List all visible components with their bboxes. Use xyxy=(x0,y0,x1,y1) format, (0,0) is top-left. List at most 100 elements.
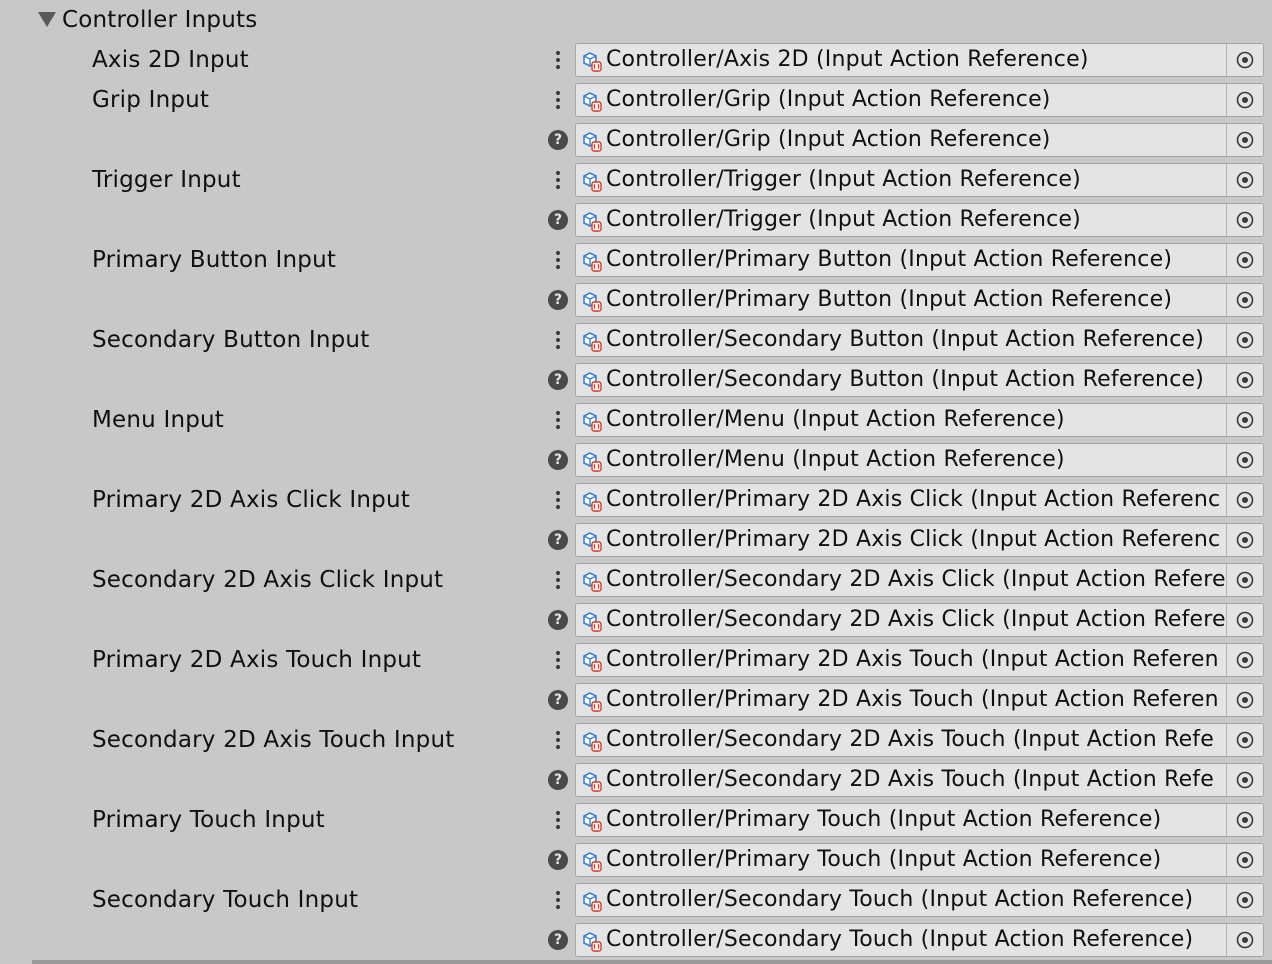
triangle-down-icon[interactable] xyxy=(38,12,56,27)
object-picker-icon[interactable] xyxy=(1226,884,1263,916)
field-value: Controller/Primary 2D Axis Touch (Input … xyxy=(606,687,1219,712)
kebab-menu-icon[interactable] xyxy=(546,805,570,835)
kebab-menu-icon[interactable] xyxy=(546,645,570,675)
object-picker-icon[interactable] xyxy=(1226,164,1263,196)
help-icon[interactable]: ? xyxy=(548,770,568,790)
controller-inputs-foldout[interactable]: Controller Inputs xyxy=(0,0,1272,40)
input-action-reference-field[interactable]: Controller/Secondary Button (Input Actio… xyxy=(575,363,1264,397)
input-action-asset-icon xyxy=(581,50,603,72)
kebab-menu-icon[interactable] xyxy=(546,565,570,595)
object-picker-icon[interactable] xyxy=(1226,764,1263,796)
property-label: Secondary Touch Input xyxy=(92,887,359,913)
field-value: Controller/Primary Touch (Input Action R… xyxy=(606,807,1162,832)
input-action-reference-field[interactable]: Controller/Primary Touch (Input Action R… xyxy=(575,803,1264,837)
input-action-reference-field[interactable]: Controller/Grip (Input Action Reference) xyxy=(575,123,1264,157)
object-picker-icon[interactable] xyxy=(1226,444,1263,476)
object-picker-icon[interactable] xyxy=(1226,244,1263,276)
divider xyxy=(32,960,1272,964)
kebab-menu-icon[interactable] xyxy=(546,165,570,195)
kebab-menu-icon[interactable] xyxy=(546,45,570,75)
input-action-reference-field[interactable]: Controller/Primary 2D Axis Click (Input … xyxy=(575,483,1264,517)
object-picker-icon[interactable] xyxy=(1226,284,1263,316)
input-row: Primary 2D Axis Click Input Controller/Pr… xyxy=(0,480,1272,520)
help-icon[interactable]: ? xyxy=(548,370,568,390)
input-action-reference-field[interactable]: Controller/Secondary Touch (Input Action… xyxy=(575,923,1264,957)
object-picker-icon[interactable] xyxy=(1226,404,1263,436)
input-action-reference-field[interactable]: Controller/Trigger (Input Action Referen… xyxy=(575,163,1264,197)
field-value: Controller/Secondary 2D Axis Touch (Inpu… xyxy=(606,727,1214,752)
input-action-asset-icon xyxy=(581,210,603,232)
input-row: Grip Input Controller/Grip (Input Action … xyxy=(0,80,1272,120)
help-icon[interactable]: ? xyxy=(548,850,568,870)
object-picker-icon[interactable] xyxy=(1226,124,1263,156)
input-action-reference-field[interactable]: Controller/Secondary 2D Axis Touch (Inpu… xyxy=(575,723,1264,757)
input-action-reference-field[interactable]: Controller/Primary 2D Axis Touch (Input … xyxy=(575,643,1264,677)
input-action-asset-icon xyxy=(581,690,603,712)
input-action-reference-field[interactable]: Controller/Menu (Input Action Reference) xyxy=(575,443,1264,477)
input-action-reference-field[interactable]: Controller/Grip (Input Action Reference) xyxy=(575,83,1264,117)
kebab-menu-icon[interactable] xyxy=(546,85,570,115)
object-picker-icon[interactable] xyxy=(1226,644,1263,676)
object-picker-icon[interactable] xyxy=(1226,604,1263,636)
input-action-asset-icon xyxy=(581,730,603,752)
object-picker-icon[interactable] xyxy=(1226,684,1263,716)
help-icon[interactable]: ? xyxy=(548,610,568,630)
property-label: Secondary Button Input xyxy=(92,327,370,353)
kebab-menu-icon[interactable] xyxy=(546,245,570,275)
object-picker-icon[interactable] xyxy=(1226,524,1263,556)
object-picker-icon[interactable] xyxy=(1226,324,1263,356)
field-value: Controller/Secondary Touch (Input Action… xyxy=(606,887,1194,912)
object-picker-icon[interactable] xyxy=(1226,484,1263,516)
kebab-menu-icon[interactable] xyxy=(546,325,570,355)
input-action-reference-field[interactable]: Controller/Secondary Touch (Input Action… xyxy=(575,883,1264,917)
field-value: Controller/Secondary 2D Axis Click (Inpu… xyxy=(606,567,1226,592)
input-row: Primary 2D Axis Touch Input Controller/Pr… xyxy=(0,640,1272,680)
input-action-asset-icon xyxy=(581,450,603,472)
input-action-asset-icon xyxy=(581,530,603,552)
help-icon[interactable]: ? xyxy=(548,450,568,470)
field-value: Controller/Secondary 2D Axis Touch (Inpu… xyxy=(606,767,1214,792)
kebab-menu-icon[interactable] xyxy=(546,485,570,515)
kebab-menu-icon[interactable] xyxy=(546,405,570,435)
input-action-reference-field[interactable]: Controller/Secondary 2D Axis Touch (Inpu… xyxy=(575,763,1264,797)
input-action-reference-field[interactable]: Controller/Primary 2D Axis Click (Input … xyxy=(575,523,1264,557)
input-action-reference-field[interactable]: Controller/Secondary 2D Axis Click (Inpu… xyxy=(575,563,1264,597)
help-icon[interactable]: ? xyxy=(548,690,568,710)
object-picker-icon[interactable] xyxy=(1226,924,1263,956)
input-action-asset-icon xyxy=(581,330,603,352)
object-picker-icon[interactable] xyxy=(1226,364,1263,396)
input-action-reference-field[interactable]: Controller/Menu (Input Action Reference) xyxy=(575,403,1264,437)
object-picker-icon[interactable] xyxy=(1226,804,1263,836)
kebab-menu-icon[interactable] xyxy=(546,885,570,915)
help-icon[interactable]: ? xyxy=(548,530,568,550)
input-action-asset-icon xyxy=(581,170,603,192)
input-action-asset-icon xyxy=(581,250,603,272)
help-icon[interactable]: ? xyxy=(548,130,568,150)
object-picker-icon[interactable] xyxy=(1226,44,1263,76)
input-action-reference-field[interactable]: Controller/Secondary 2D Axis Click (Inpu… xyxy=(575,603,1264,637)
object-picker-icon[interactable] xyxy=(1226,84,1263,116)
object-picker-icon[interactable] xyxy=(1226,564,1263,596)
object-picker-icon[interactable] xyxy=(1226,724,1263,756)
input-row: Axis 2D Input Controller/Axis 2D (Input A… xyxy=(0,40,1272,80)
input-action-reference-field[interactable]: Controller/Primary Button (Input Action … xyxy=(575,283,1264,317)
help-icon[interactable]: ? xyxy=(548,210,568,230)
input-action-reference-field[interactable]: Controller/Primary 2D Axis Touch (Input … xyxy=(575,683,1264,717)
input-action-reference-field[interactable]: Controller/Primary Button (Input Action … xyxy=(575,243,1264,277)
field-value: Controller/Primary 2D Axis Click (Input … xyxy=(606,527,1221,552)
input-action-reference-field[interactable]: Controller/Trigger (Input Action Referen… xyxy=(575,203,1264,237)
input-action-asset-icon xyxy=(581,650,603,672)
object-picker-icon[interactable] xyxy=(1226,204,1263,236)
input-action-reference-field[interactable]: Controller/Axis 2D (Input Action Referen… xyxy=(575,43,1264,77)
object-picker-icon[interactable] xyxy=(1226,844,1263,876)
field-value: Controller/Secondary Button (Input Actio… xyxy=(606,327,1205,352)
input-row: Trigger Input Controller/Trigger (Input A… xyxy=(0,160,1272,200)
input-row: Secondary 2D Axis Click Input Controller/… xyxy=(0,560,1272,600)
input-action-reference-field[interactable]: Controller/Primary Touch (Input Action R… xyxy=(575,843,1264,877)
input-action-asset-icon xyxy=(581,610,603,632)
help-icon[interactable]: ? xyxy=(548,930,568,950)
input-action-reference-field[interactable]: Controller/Secondary Button (Input Actio… xyxy=(575,323,1264,357)
input-action-asset-icon xyxy=(581,370,603,392)
help-icon[interactable]: ? xyxy=(548,290,568,310)
kebab-menu-icon[interactable] xyxy=(546,725,570,755)
